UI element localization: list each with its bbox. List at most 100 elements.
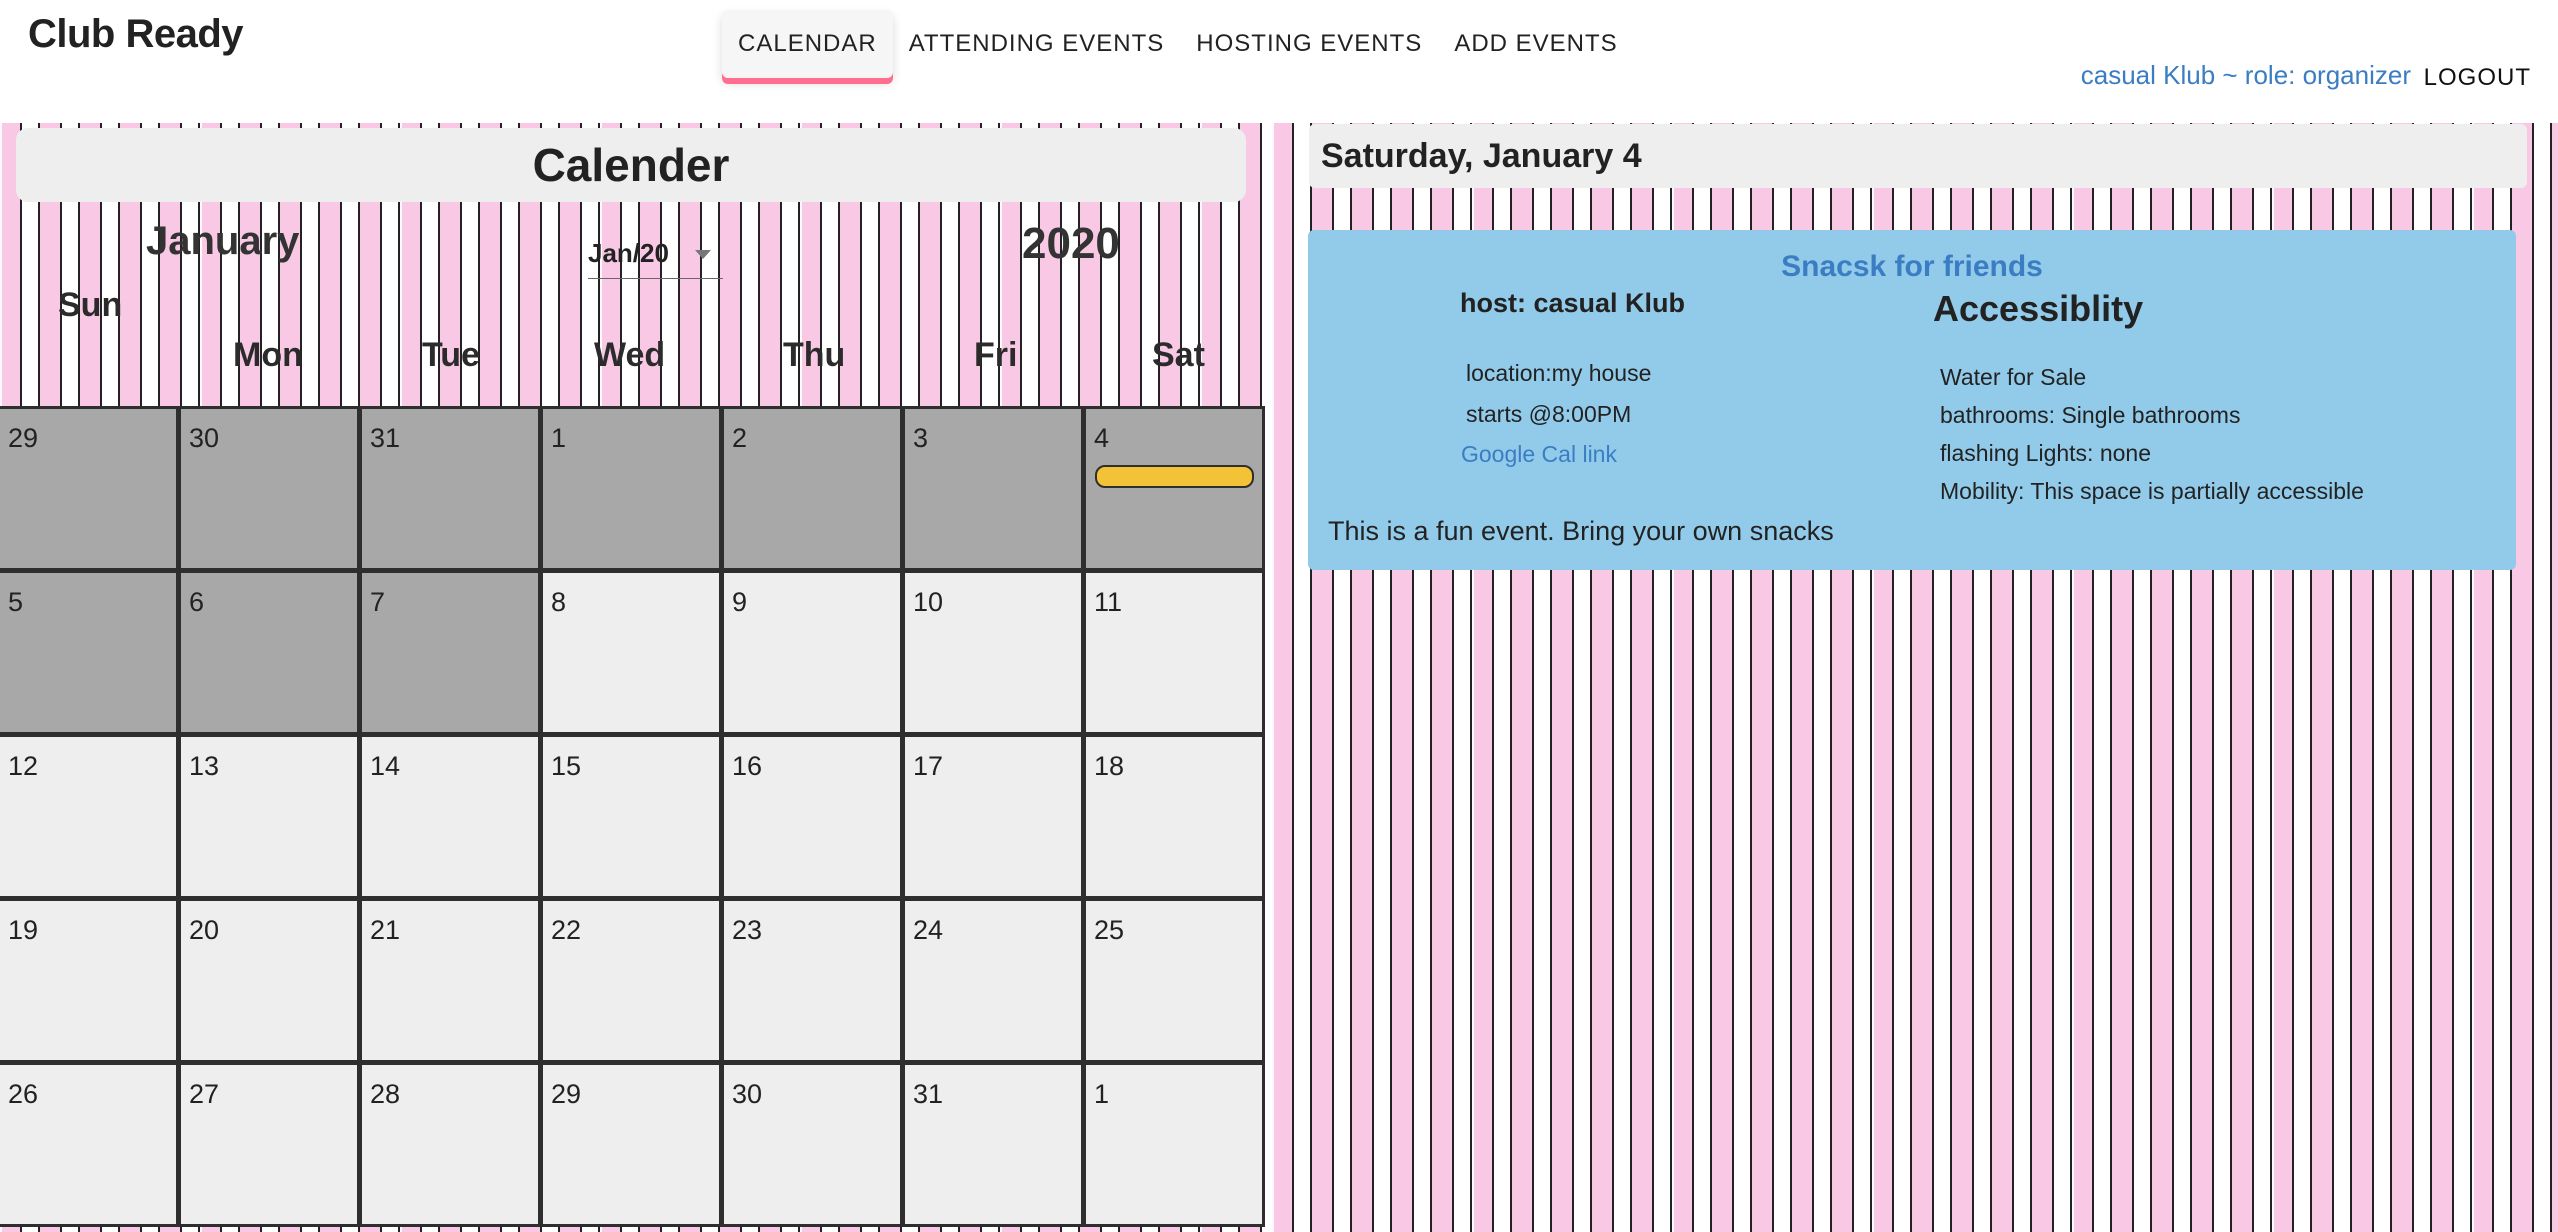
- day-number: 28: [370, 1079, 401, 1109]
- day-number: 6: [189, 587, 205, 617]
- selected-date-header: Saturday, January 4: [1309, 124, 2527, 188]
- calendar-day-cell[interactable]: 12: [0, 734, 179, 899]
- day-number: 16: [732, 751, 763, 781]
- calendar-day-cell[interactable]: 26: [0, 1062, 179, 1227]
- calendar-day-cell[interactable]: 1: [540, 406, 722, 571]
- calendar-day-cell[interactable]: 14: [359, 734, 541, 899]
- day-number: 24: [913, 915, 944, 945]
- calendar-day-cell[interactable]: 16: [721, 734, 903, 899]
- calendar-day-cell[interactable]: 31: [359, 406, 541, 571]
- nav-add-events[interactable]: ADD EVENTS: [1438, 10, 1633, 78]
- day-number: 27: [189, 1079, 220, 1109]
- day-number: 10: [913, 587, 944, 617]
- day-number: 5: [8, 587, 24, 617]
- event-indicator[interactable]: [1095, 465, 1254, 488]
- day-number: 17: [913, 751, 944, 781]
- calendar-panel: Calender January Jan/20 2020 Sun Mon Tue…: [0, 123, 1268, 1232]
- calendar-day-cell[interactable]: 22: [540, 898, 722, 1063]
- calendar-day-cell[interactable]: 24: [902, 898, 1084, 1063]
- nav-hosting-events[interactable]: HOSTING EVENTS: [1180, 10, 1438, 78]
- day-number: 13: [189, 751, 220, 781]
- day-number: 31: [370, 423, 401, 453]
- day-number: 29: [8, 423, 39, 453]
- top-nav: CALENDAR ATTENDING EVENTS HOSTING EVENTS…: [722, 10, 1634, 78]
- calendar-title: Calender: [16, 128, 1246, 202]
- day-number: 21: [370, 915, 401, 945]
- event-location: location:my house: [1466, 360, 1652, 386]
- calendar-day-cell[interactable]: 13: [178, 734, 360, 899]
- calendar-day-cell[interactable]: 27: [178, 1062, 360, 1227]
- day-number: 20: [189, 915, 220, 945]
- day-number: 4: [1094, 423, 1110, 453]
- event-name-link[interactable]: Snacsk for friends: [1308, 250, 2516, 284]
- nav-attending-events[interactable]: ATTENDING EVENTS: [893, 10, 1181, 78]
- calendar-day-cell[interactable]: 6: [178, 570, 360, 735]
- calendar-day-cell[interactable]: 2: [721, 406, 903, 571]
- year-label: 2020: [1022, 219, 1120, 268]
- calendar-day-cell[interactable]: 17: [902, 734, 1084, 899]
- calendar-day-cell[interactable]: 28: [359, 1062, 541, 1227]
- day-number: 31: [913, 1079, 944, 1109]
- accessibility-item: Water for Sale: [1940, 364, 2087, 390]
- weekday-fri: Fri: [974, 336, 1018, 374]
- day-number: 30: [189, 423, 220, 453]
- calendar-day-cell[interactable]: 15: [540, 734, 722, 899]
- month-label: January: [146, 219, 300, 263]
- month-select-value: Jan/20: [588, 238, 669, 268]
- day-number: 25: [1094, 915, 1125, 945]
- accessibility-item: Mobility: This space is partially access…: [1940, 478, 2364, 504]
- calendar-day-cell[interactable]: 30: [721, 1062, 903, 1227]
- accessibility-item: flashing Lights: none: [1940, 440, 2151, 466]
- weekday-mon: Mon: [233, 336, 303, 374]
- event-card: Snacsk for friends host: casual Klub loc…: [1308, 230, 2516, 570]
- calendar-day-cell[interactable]: 21: [359, 898, 541, 1063]
- day-number: 23: [732, 915, 763, 945]
- day-number: 19: [8, 915, 39, 945]
- day-number: 18: [1094, 751, 1125, 781]
- calendar-day-cell[interactable]: 7: [359, 570, 541, 735]
- calendar-day-cell[interactable]: 25: [1083, 898, 1265, 1063]
- day-number: 11: [1094, 587, 1123, 617]
- calendar-day-cell[interactable]: 8: [540, 570, 722, 735]
- day-number: 14: [370, 751, 401, 781]
- calendar-day-cell[interactable]: 29: [0, 406, 179, 571]
- calendar-day-cell[interactable]: 4: [1083, 406, 1265, 571]
- calendar-day-cell[interactable]: 23: [721, 898, 903, 1063]
- weekday-sat: Sat: [1152, 336, 1205, 374]
- event-host: host: casual Klub: [1460, 288, 1686, 318]
- day-number: 15: [551, 751, 582, 781]
- event-description: This is a fun event. Bring your own snac…: [1328, 516, 1834, 546]
- month-select[interactable]: Jan/20: [588, 238, 723, 279]
- day-number: 1: [1094, 1079, 1110, 1109]
- weekday-thu: Thu: [783, 336, 846, 374]
- nav-calendar[interactable]: CALENDAR: [722, 10, 893, 78]
- day-number: 7: [370, 587, 386, 617]
- calendar-day-cell[interactable]: 20: [178, 898, 360, 1063]
- event-start-time: starts @8:00PM: [1466, 401, 1632, 427]
- calendar-day-cell[interactable]: 9: [721, 570, 903, 735]
- weekday-tue: Tue: [422, 336, 480, 374]
- calendar-day-cell[interactable]: 5: [0, 570, 179, 735]
- calendar-day-cell[interactable]: 31: [902, 1062, 1084, 1227]
- calendar-day-cell[interactable]: 11: [1083, 570, 1265, 735]
- logout-button[interactable]: LOGOUT: [2424, 64, 2531, 92]
- weekday-sun: Sun: [58, 286, 123, 324]
- weekday-wed: Wed: [594, 336, 666, 374]
- day-number: 9: [732, 587, 748, 617]
- calendar-day-cell[interactable]: 19: [0, 898, 179, 1063]
- calendar-day-cell[interactable]: 1: [1083, 1062, 1265, 1227]
- day-number: 2: [732, 423, 748, 453]
- calendar-day-cell[interactable]: 3: [902, 406, 1084, 571]
- calendar-day-cell[interactable]: 10: [902, 570, 1084, 735]
- day-number: 8: [551, 587, 567, 617]
- calendar-day-cell[interactable]: 30: [178, 406, 360, 571]
- calendar-day-cell[interactable]: 29: [540, 1062, 722, 1227]
- accessibility-title: Accessiblity: [1933, 288, 2144, 329]
- calendar-day-cell[interactable]: 18: [1083, 734, 1265, 899]
- day-number: 12: [8, 751, 39, 781]
- google-cal-link[interactable]: Google Cal link: [1461, 441, 1617, 468]
- day-number: 1: [551, 423, 567, 453]
- day-number: 30: [732, 1079, 763, 1109]
- chevron-down-icon: [695, 250, 711, 259]
- day-number: 29: [551, 1079, 582, 1109]
